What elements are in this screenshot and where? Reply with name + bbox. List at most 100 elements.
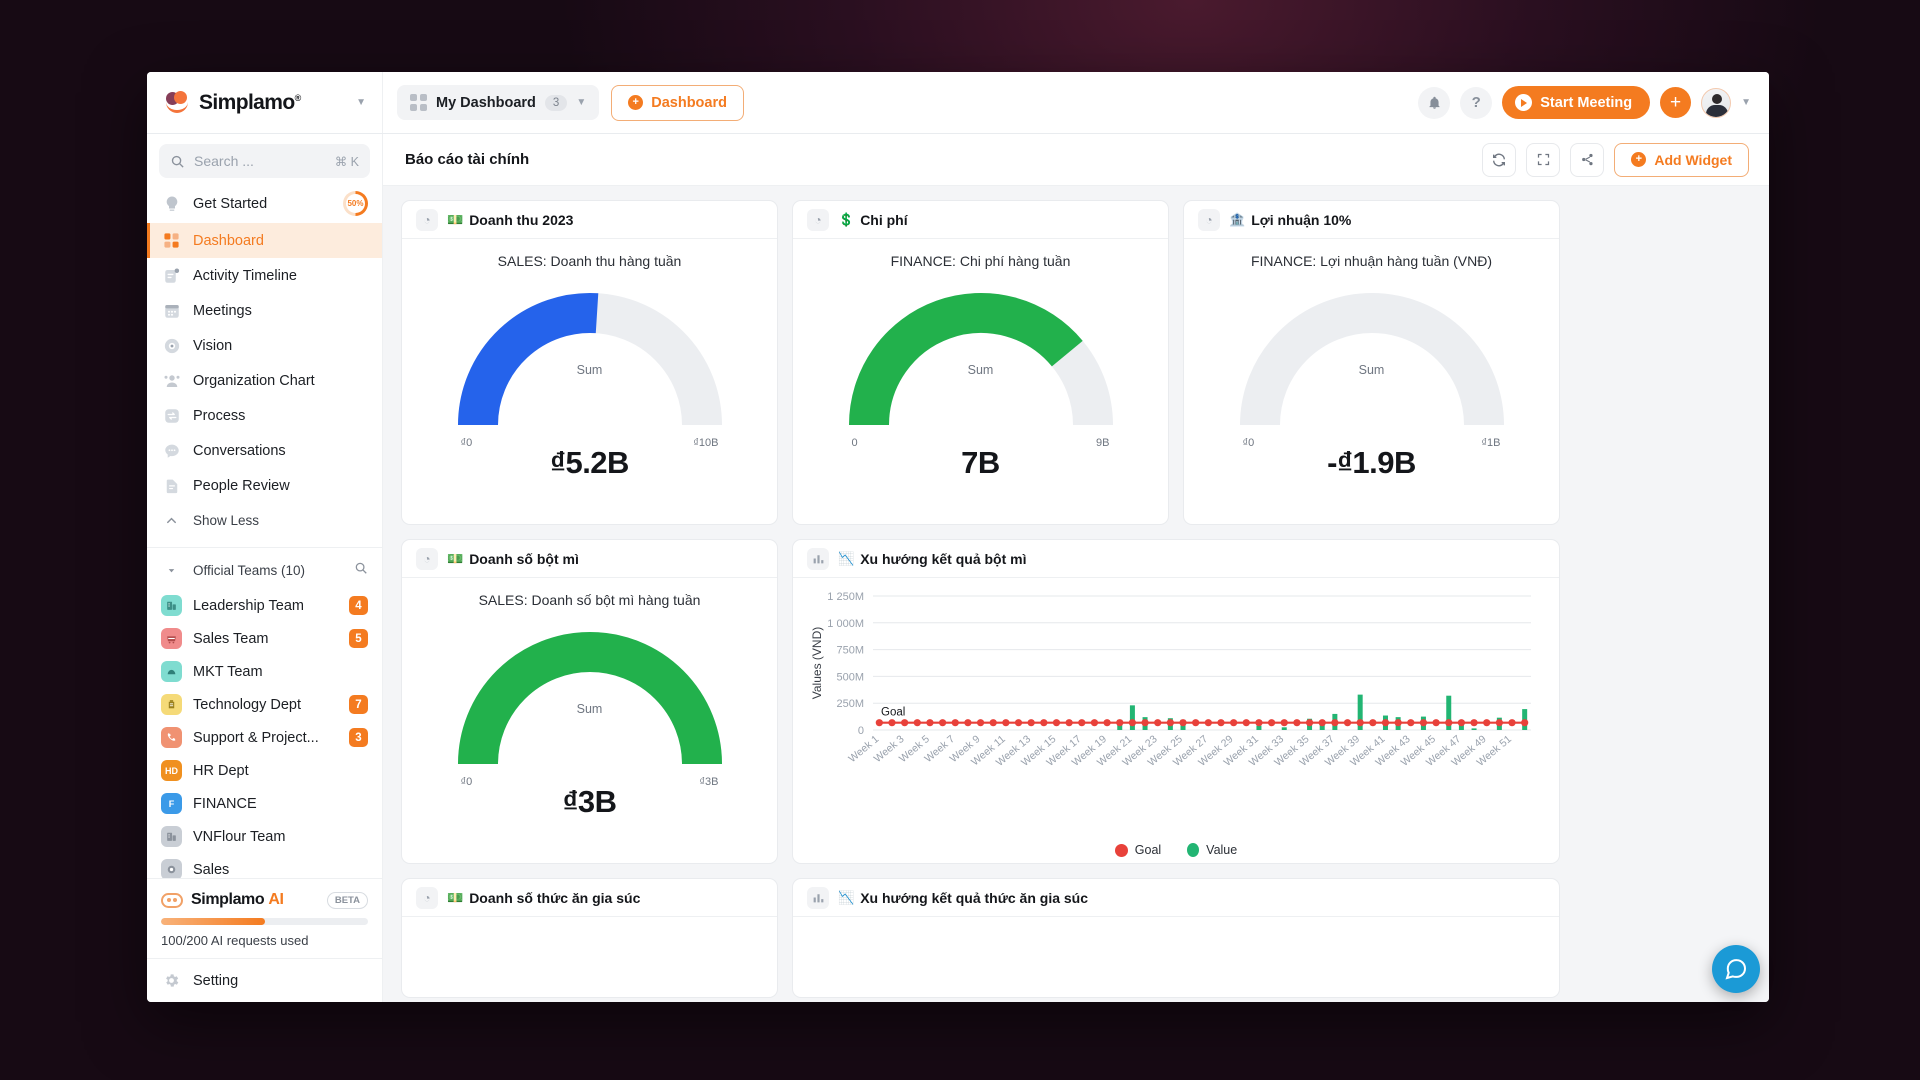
search-input[interactable]: Search ... ⌘ K	[159, 144, 370, 178]
sidebar-item-meetings[interactable]: Meetings	[147, 293, 382, 328]
widget-body: SALES: Doanh thu hàng tuần Sum ₫0 ₫10B ₫…	[402, 239, 777, 524]
plus-circle-icon: +	[1631, 152, 1647, 167]
main-area: Báo cáo tài chính + Add Widget ◔ 💵 Doanh…	[383, 134, 1769, 1002]
widget-loi-nhuan[interactable]: ◔ 🏦 Lợi nhuận 10% FINANCE: Lợi nhuận hàng…	[1183, 200, 1560, 525]
dashboard-canvas[interactable]: ◔ 💵 Doanh thu 2023 SALES: Doanh thu hàng …	[383, 186, 1769, 1002]
widget-header: ◔ 💵 Doanh thu 2023	[402, 201, 777, 239]
team-label: Sales Team	[193, 630, 269, 647]
sidebar-team-vnflour-team[interactable]: VNFlour Team	[147, 820, 382, 853]
gauge-sum-label: Sum	[576, 702, 603, 716]
team-label: Technology Dept	[193, 696, 302, 713]
refresh-icon	[1493, 153, 1506, 166]
document-icon	[161, 475, 182, 496]
grid-icon	[410, 94, 427, 111]
share-icon	[1581, 153, 1593, 166]
start-meeting-button[interactable]: Start Meeting	[1502, 86, 1651, 119]
tab-dashboard[interactable]: + Dashboard	[611, 84, 744, 121]
gauge-value: -₫1.9B	[1327, 445, 1416, 480]
fullscreen-button[interactable]	[1526, 142, 1561, 177]
widget-body: SALES: Doanh số bột mì hàng tuần Sum ₫0 …	[402, 578, 777, 863]
sidebar-item-label: Vision	[193, 337, 233, 354]
dashboard-count-badge: 3	[544, 94, 568, 111]
sidebar-item-process[interactable]: Process	[147, 398, 382, 433]
add-widget-button[interactable]: + Add Widget	[1614, 142, 1749, 177]
sidebar-scroll[interactable]: Search ... ⌘ K Get Started 50% Dashboard Ac…	[147, 134, 382, 878]
share-button[interactable]	[1570, 142, 1605, 177]
widget-xu-huong-thuc-an-gia-suc[interactable]: 📉 Xu hướng kết quả thức ăn gia súc	[792, 878, 1560, 998]
chat-icon	[161, 440, 182, 461]
sidebar-team-sales[interactable]: Sales	[147, 853, 382, 878]
sidebar-team-hr-dept[interactable]: HD HR Dept	[147, 754, 382, 787]
avatar[interactable]	[1701, 87, 1732, 118]
sidebar-item-vision[interactable]: Vision	[147, 328, 382, 363]
team-badge: 7	[349, 695, 368, 714]
gauge-arc	[457, 293, 722, 426]
team-label: Leadership Team	[193, 597, 304, 614]
my-dashboard-selector[interactable]: My Dashboard 3 ▼	[397, 85, 600, 120]
svg-text:750M: 750M	[836, 645, 864, 657]
team-avatar-icon	[161, 694, 182, 715]
gauge-icon: ◔	[416, 886, 438, 909]
goal-marker-icon	[1114, 843, 1128, 857]
widget-emoji: 🏦	[1229, 211, 1246, 227]
notifications-button[interactable]	[1418, 86, 1451, 119]
sidebar-item-label: Get Started	[193, 195, 268, 212]
sidebar-item-conversations[interactable]: Conversations	[147, 433, 382, 468]
refresh-button[interactable]	[1482, 142, 1517, 177]
widget-title: 📉 Xu hướng kết quả bột mì	[838, 550, 1027, 567]
widget-xu-huong-bot-mi[interactable]: 📉 Xu hướng kết quả bột mì 0 250M 500M 750M 1 …	[792, 539, 1560, 864]
sidebar-team-sales-team[interactable]: Sales Team 5	[147, 622, 382, 655]
widget-emoji: 💵	[447, 889, 464, 905]
sidebar-team-leadership-team[interactable]: Leadership Team 4	[147, 589, 382, 622]
process-icon	[161, 405, 182, 426]
legend-item-goal[interactable]: Goal	[1114, 843, 1161, 857]
sidebar-item-show-less[interactable]: Show Less	[147, 503, 382, 538]
widget-title: 💵 Doanh số thức ăn gia súc	[447, 889, 641, 906]
sidebar-item-dashboard[interactable]: Dashboard	[147, 223, 382, 258]
team-label: Support & Project...	[193, 729, 319, 746]
gauge-chart: Sum ₫0 ₫1B -₫1.9B	[1231, 285, 1513, 480]
official-teams-header[interactable]: Official Teams (10)	[147, 554, 382, 589]
sidebar-team-mkt-team[interactable]: MKT Team	[147, 655, 382, 688]
sidebar-nav: Get Started 50% Dashboard Activity Timeline…	[147, 184, 382, 538]
chart-legend: Goal Value	[801, 839, 1551, 857]
help-button[interactable]: ?	[1460, 86, 1493, 119]
legend-item-value[interactable]: Value	[1187, 843, 1237, 857]
widget-doanh-so-bot-mi[interactable]: ◔ 💵 Doanh số bột mì SALES: Doanh số bột m…	[401, 539, 778, 864]
sidebar-item-organization-chart[interactable]: Organization Chart	[147, 363, 382, 398]
widget-chi-phi[interactable]: ◔ 💲 Chi phí FINANCE: Chi phí hàng tuần Su…	[792, 200, 1169, 525]
sidebar-item-people-review[interactable]: People Review	[147, 468, 382, 503]
start-meeting-label: Start Meeting	[1540, 94, 1633, 111]
sidebar-item-label: Dashboard	[193, 232, 264, 249]
team-badge: 4	[349, 596, 368, 615]
gauge-sum-label: Sum	[576, 363, 603, 377]
team-avatar-icon	[161, 859, 182, 878]
sidebar-item-get-started[interactable]: Get Started 50%	[147, 184, 382, 223]
sidebar-item-setting[interactable]: Setting	[147, 958, 382, 1002]
sidebar: Search ... ⌘ K Get Started 50% Dashboard Ac…	[147, 134, 383, 1002]
profile-chevron-down-icon[interactable]: ▼	[1741, 97, 1751, 108]
chat-support-button[interactable]	[1712, 945, 1760, 993]
sidebar-item-label: Organization Chart	[193, 372, 315, 389]
widget-doanh-thu-2023[interactable]: ◔ 💵 Doanh thu 2023 SALES: Doanh thu hàng …	[401, 200, 778, 525]
create-new-button[interactable]: +	[1660, 87, 1692, 118]
my-dashboard-label: My Dashboard	[436, 94, 536, 111]
svg-text:0: 0	[858, 725, 864, 737]
team-search-icon[interactable]	[354, 561, 368, 580]
widget-emoji: 💵	[447, 211, 464, 227]
brand-zone[interactable]: Simplamo® ▼	[147, 72, 383, 133]
widget-emoji: 📉	[838, 550, 855, 566]
gauge-chart: Sum ₫0 ₫3B ₫3B	[449, 624, 731, 819]
brand-chevron-down-icon[interactable]: ▼	[356, 97, 366, 108]
svg-text:1 250M: 1 250M	[827, 591, 864, 603]
team-badge: 3	[349, 728, 368, 747]
chevron-down-icon	[161, 560, 182, 581]
team-avatar-icon	[161, 628, 182, 649]
widget-doanh-so-thuc-an-gia-suc[interactable]: ◔ 💵 Doanh số thức ăn gia súc	[401, 878, 778, 998]
org-chart-icon	[161, 370, 182, 391]
sidebar-team-finance[interactable]: F FINANCE	[147, 787, 382, 820]
sidebar-team-support-project[interactable]: Support & Project... 3	[147, 721, 382, 754]
chevron-down-icon[interactable]: ▼	[576, 97, 586, 108]
sidebar-item-activity-timeline[interactable]: Activity Timeline	[147, 258, 382, 293]
sidebar-team-technology-dept[interactable]: Technology Dept 7	[147, 688, 382, 721]
